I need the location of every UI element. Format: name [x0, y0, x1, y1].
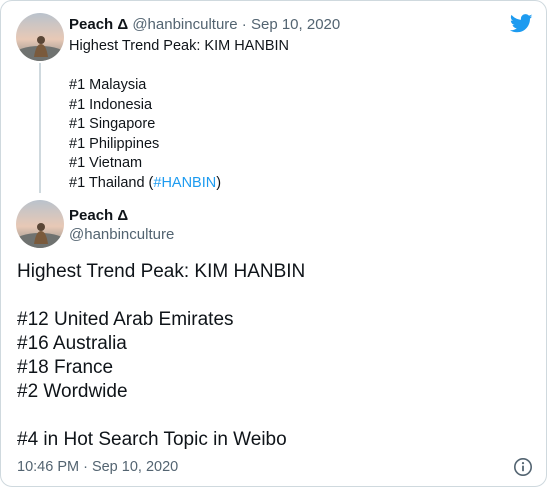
tweet-line: #1 Vietnam: [69, 155, 143, 171]
tweet-timestamp-link[interactable]: 10:46 PM · Sep 10, 2020: [17, 459, 178, 475]
info-icon[interactable]: [513, 457, 533, 477]
author-handle[interactable]: @hanbinculture: [69, 226, 174, 243]
author-name[interactable]: Peach Δ: [69, 16, 128, 33]
tweet-embed-card: Peach Δ @hanbinculture · Sep 10, 2020 Hi…: [0, 0, 547, 487]
separator-dot: ·: [241, 16, 247, 33]
tweet-line: #18 France: [17, 357, 114, 378]
line-prefix: #1 Thailand (: [69, 174, 154, 191]
tweet-line: #12 United Arab Emirates: [17, 309, 234, 330]
line-suffix: ): [216, 174, 222, 191]
tweet-line: #2 Wordwide: [17, 381, 128, 402]
tweet-line: #1 Singapore: [69, 116, 156, 132]
tweet-line: #1 Malaysia: [69, 77, 147, 93]
tweet-line: Highest Trend Peak: KIM HANBIN: [69, 38, 289, 54]
tweet-line: #4 in Hot Search Topic in Weibo: [17, 429, 287, 450]
thread-connector-line: [39, 63, 41, 193]
tweet-line: #1 Thailand (#HANBIN): [69, 174, 289, 194]
tweet-line: #1 Philippines: [69, 135, 160, 152]
tweet-line: Highest Trend Peak: KIM HANBIN: [17, 261, 306, 282]
tweet-line: #16 Australia: [17, 333, 127, 354]
avatar[interactable]: [16, 13, 64, 61]
main-tweet-text: Highest Trend Peak: KIM HANBIN #12 Unite…: [17, 260, 305, 452]
twitter-bird-icon[interactable]: [510, 14, 533, 33]
avatar[interactable]: [16, 200, 64, 248]
quoted-tweet-header: Peach Δ @hanbinculture · Sep 10, 2020: [69, 16, 340, 33]
hashtag-link[interactable]: #HANBIN: [153, 175, 216, 191]
tweet-date-link[interactable]: Sep 10, 2020: [251, 16, 340, 33]
author-name[interactable]: Peach Δ: [69, 207, 128, 224]
author-handle[interactable]: @hanbinculture: [132, 16, 237, 33]
quoted-tweet-text: Highest Trend Peak: KIM HANBIN #1 Malays…: [69, 37, 289, 193]
tweet-line: #1 Indonesia: [69, 96, 153, 113]
